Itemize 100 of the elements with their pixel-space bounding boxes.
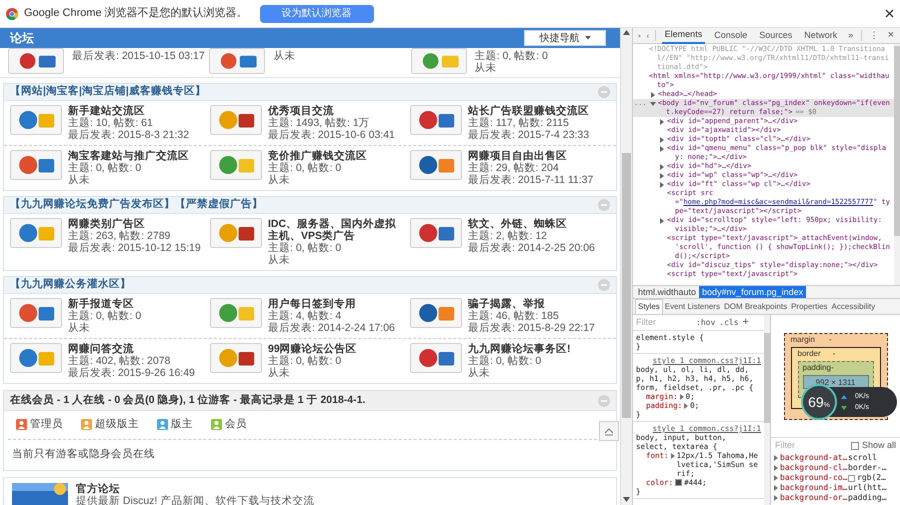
expand-arrow-icon[interactable]: [650, 92, 656, 98]
close-icon[interactable]: [885, 9, 894, 18]
forum-meta: 从未: [273, 50, 296, 62]
panel-tab[interactable]: Properties: [789, 299, 830, 314]
forum-name[interactable]: 竞价推广赚钱交流区: [268, 150, 367, 162]
forum-name[interactable]: IDC、服务器、国内外虚拟主机、VPS类广告: [268, 218, 406, 242]
scrollbar-thumb[interactable]: [622, 153, 631, 418]
last-post: 最后发表: 2015-10-12 15:19: [68, 242, 201, 254]
expand-arrow-icon[interactable]: [659, 182, 665, 188]
expand-arrow-icon[interactable]: [659, 146, 665, 152]
panel-tab[interactable]: Event Listeners: [662, 299, 722, 314]
devtools-tab[interactable]: Elements: [662, 28, 706, 44]
forum-icon[interactable]: [410, 150, 462, 180]
property-name[interactable]: background-or…: [780, 493, 848, 503]
forum-name[interactable]: 九九网赚论坛事务区!: [468, 343, 570, 355]
forum-icon[interactable]: [210, 218, 262, 248]
expand-arrow-icon[interactable]: [659, 137, 665, 143]
breadcrumb-item[interactable]: html.widthauto: [635, 286, 700, 298]
forum-name[interactable]: 软文、外链、蜘蛛区: [468, 218, 595, 230]
category-title[interactable]: 【网站|淘宝客|淘宝店铺|威客赚钱专区】: [10, 84, 206, 100]
forum-icon[interactable]: [210, 343, 262, 373]
expand-arrow-icon[interactable]: [659, 218, 665, 224]
expand-arrow-icon[interactable]: [659, 164, 665, 170]
checkbox[interactable]: [850, 442, 859, 450]
back-to-top-button[interactable]: [599, 421, 619, 441]
category-title[interactable]: 【九九网赚论坛免费广告发布区】【严禁虚假广告】: [10, 197, 263, 213]
forum-stats: 主题: 0, 帖数: 0: [68, 162, 142, 174]
scrollbar-thumb[interactable]: [894, 46, 900, 236]
forum-name[interactable]: 新手报道专区: [68, 298, 142, 310]
online-note: 当前只有游客或隐身会员在线: [11, 446, 156, 462]
forum-name[interactable]: 用户每日签到专用: [268, 298, 395, 310]
expand-arrow-icon[interactable]: [659, 119, 665, 125]
quick-nav-button[interactable]: 快捷导航: [524, 30, 606, 46]
property-name[interactable]: background-co…: [780, 473, 848, 483]
last-post: 最后发表: 2014-2-24 17:06: [268, 322, 395, 334]
forum-name[interactable]: 优秀项目交流: [268, 105, 395, 117]
category-title[interactable]: 【九九网赚公务灌水区】: [10, 277, 131, 293]
forum-name[interactable]: 网赚问答交流: [68, 343, 195, 355]
forum-stats: 主题: 29, 帖数: 204: [468, 162, 560, 174]
forum-stats: 主题: 0, 帖数: 0: [268, 162, 342, 174]
property-value: border-…: [848, 463, 887, 473]
forum-name[interactable]: 新手建站交流区: [68, 105, 190, 117]
expand-arrow-icon[interactable]: [670, 453, 675, 459]
forum-icon[interactable]: [410, 48, 467, 74]
scrollbar-thumb[interactable]: [764, 333, 770, 423]
legend-label: 超级版主: [95, 417, 139, 432]
scroll-up-icon[interactable]: [623, 30, 630, 35]
forum-icon[interactable]: [10, 105, 62, 135]
forum-name[interactable]: 淘宝客建站与推广交流区: [68, 150, 189, 162]
forum-name[interactable]: 网赚类别广告区: [68, 218, 201, 230]
forum-icon[interactable]: [410, 218, 462, 248]
forum-name[interactable]: 官方论坛: [76, 482, 314, 494]
box-label: padding: [802, 362, 831, 374]
breadcrumb-item[interactable]: body#nv_forum.pg_index: [699, 286, 806, 298]
property-value: url(htt…: [848, 483, 887, 493]
color-swatch[interactable]: [675, 479, 682, 486]
forum-stats: 主题: 4, 帖数: 4: [268, 310, 342, 322]
forum-icon[interactable]: [10, 343, 62, 373]
forum-icon[interactable]: [12, 482, 68, 505]
property-name[interactable]: background-at…: [780, 453, 848, 463]
property-value: padding…: [848, 493, 887, 503]
forum-icon[interactable]: [209, 48, 266, 74]
filter-field[interactable]: Filter: [636, 316, 692, 330]
forum-icon[interactable]: [210, 298, 262, 328]
forum-icon[interactable]: [210, 150, 262, 180]
forum-icon[interactable]: [10, 218, 62, 248]
panel-tab[interactable]: DOM Breakpoints: [722, 299, 790, 314]
devtools-tab[interactable]: Network: [801, 28, 840, 44]
forum-icon[interactable]: [410, 298, 462, 328]
more-tabs-button[interactable]: »: [846, 28, 856, 42]
forum-name[interactable]: 骗子揭露、举报: [468, 298, 595, 310]
expand-arrow-icon[interactable]: [650, 101, 656, 107]
chrome-icon: [6, 8, 18, 20]
menu-button[interactable]: ⋮: [868, 28, 881, 42]
cls-button[interactable]: .cls: [719, 316, 739, 328]
filter-field[interactable]: Filter: [775, 438, 835, 452]
devtools-tab[interactable]: Console: [711, 28, 750, 44]
forum-icon[interactable]: [210, 105, 262, 135]
panel-tab[interactable]: Accessibility: [830, 299, 878, 314]
expand-arrow-icon[interactable]: [659, 173, 665, 179]
forum-stats: 主题: 46, 帖数: 185: [468, 310, 560, 322]
add-rule-button[interactable]: +: [742, 315, 749, 331]
forum-name[interactable]: 站长广告联盟赚钱交流区: [468, 105, 590, 117]
forum-icon[interactable]: [10, 150, 62, 180]
property-name[interactable]: background-im…: [780, 483, 848, 493]
last-post: 从未: [68, 174, 91, 186]
forum-title[interactable]: 论坛: [10, 29, 34, 47]
close-button[interactable]: ×: [886, 27, 895, 44]
forum-icon[interactable]: [10, 298, 62, 328]
forum-icon[interactable]: [8, 48, 64, 74]
property-name[interactable]: background-cl…: [780, 463, 848, 473]
forum-name[interactable]: 网赚项目自由出售区: [468, 150, 594, 162]
forum-name[interactable]: 99网赚论坛公告区: [268, 343, 357, 355]
forum-stats: 主题: 10, 帖数: 61: [68, 117, 154, 129]
scroll-down-icon[interactable]: [623, 497, 630, 502]
hov-button[interactable]: :hov: [696, 316, 716, 328]
forum-icon[interactable]: [410, 343, 462, 373]
forum-icon[interactable]: [410, 105, 462, 135]
devtools-tab[interactable]: Sources: [756, 28, 796, 44]
panel-tab[interactable]: Styles: [635, 299, 663, 314]
